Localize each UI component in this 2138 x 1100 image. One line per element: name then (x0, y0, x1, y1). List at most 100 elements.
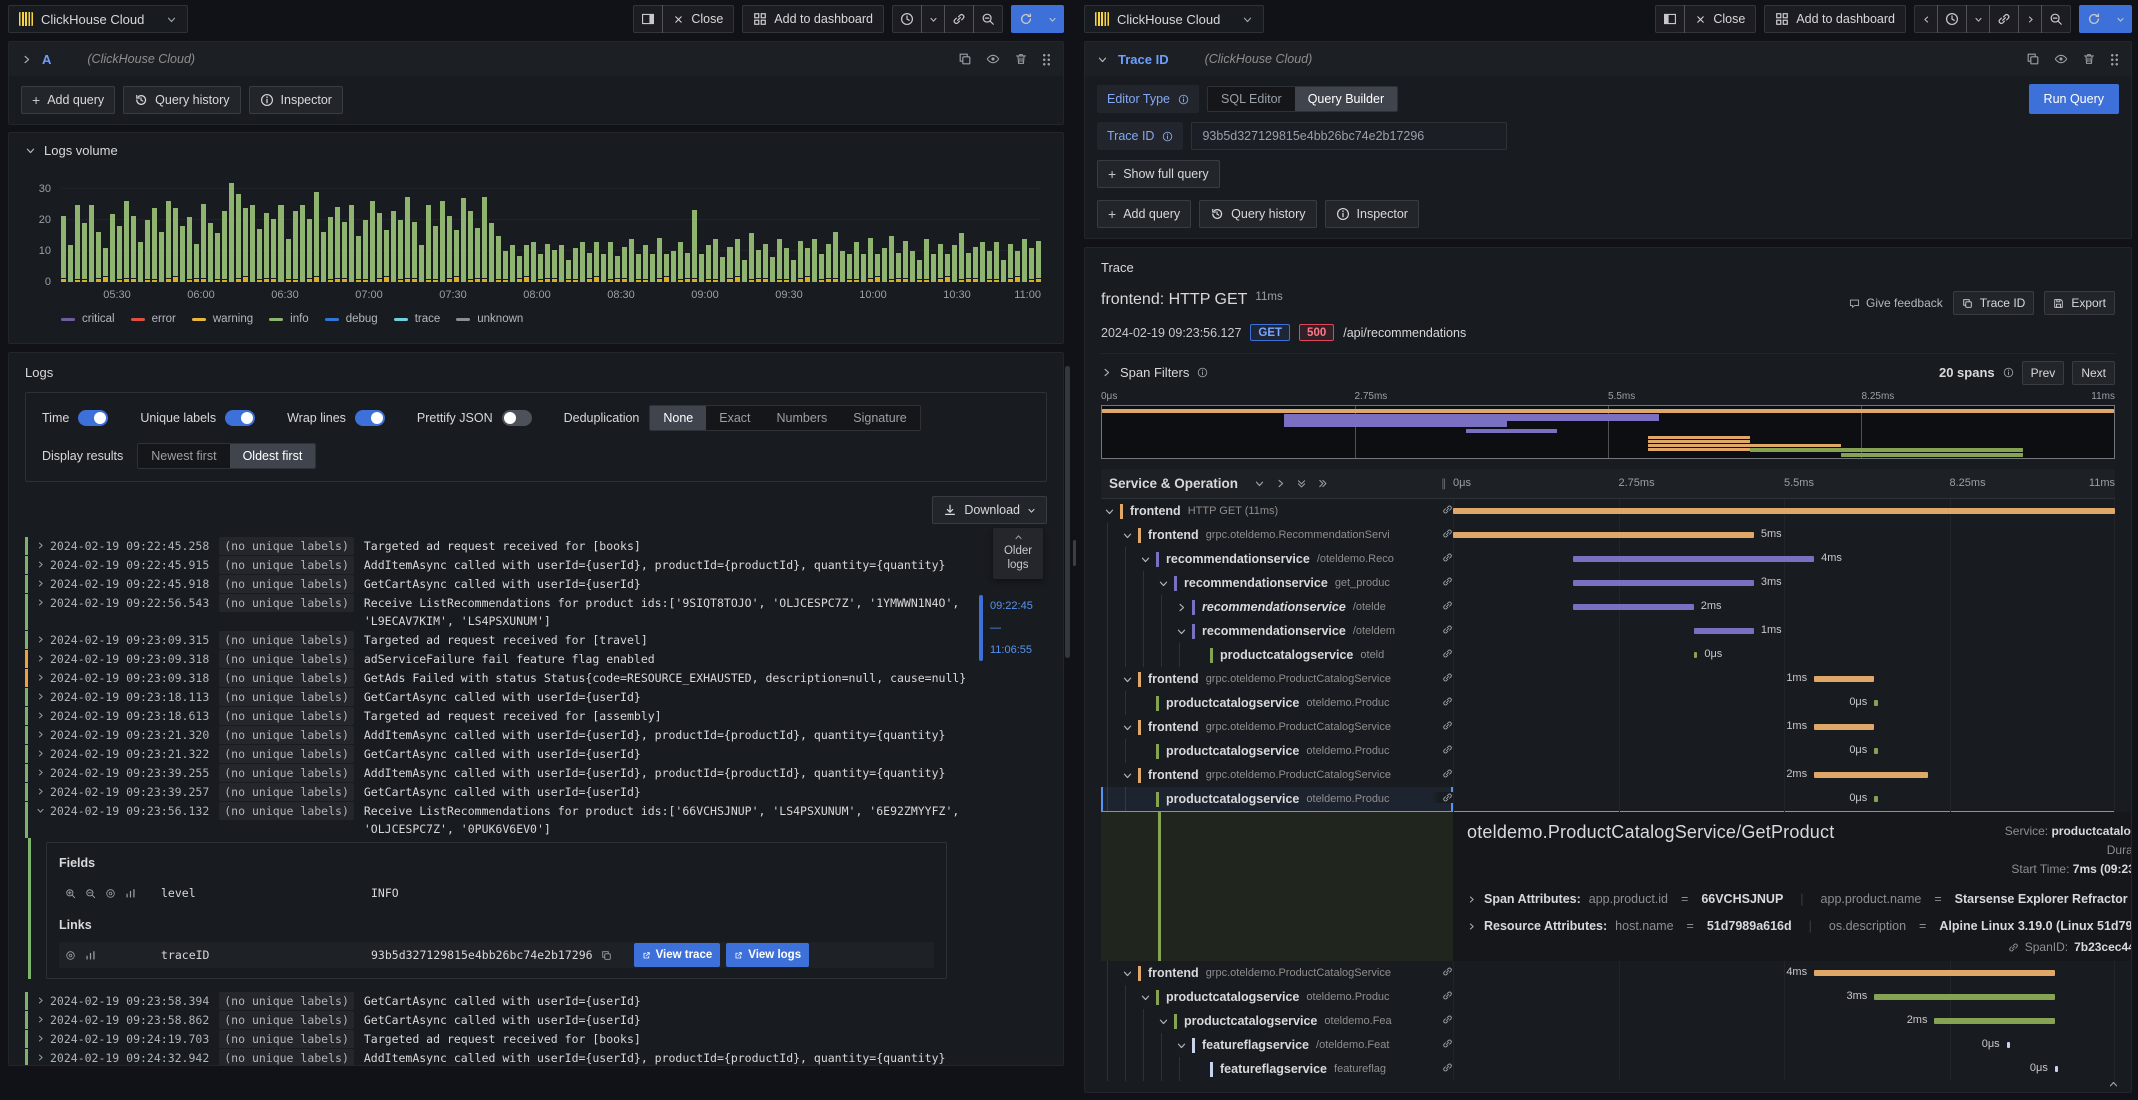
trace-minimap[interactable]: 0μs 2.75ms 5.5ms 8.25ms 11ms (1101, 391, 2115, 459)
time-shift-back-button[interactable] (1914, 5, 1938, 33)
run-refresh-button[interactable] (1011, 5, 1041, 33)
time-picker-caret[interactable] (921, 5, 945, 33)
span-link-icon[interactable] (1432, 624, 1453, 635)
logs-scrollbar[interactable] (979, 595, 983, 661)
span-expand-chevron[interactable] (1158, 578, 1173, 589)
span-expand-chevron[interactable] (1176, 1040, 1191, 1051)
legend-item-critical[interactable]: critical (61, 313, 115, 325)
info-icon[interactable] (1162, 131, 1173, 142)
query-history-button[interactable]: Query history (1199, 200, 1317, 228)
legend-item-debug[interactable]: debug (324, 313, 378, 325)
close-pane-button[interactable]: Close (662, 5, 735, 33)
field-action-icon[interactable] (65, 888, 76, 899)
disable-query-icon[interactable] (986, 52, 1000, 66)
expand-chevron-icon[interactable] (36, 579, 45, 588)
add-query-button[interactable]: + Add query (1097, 200, 1192, 228)
legend-item-trace[interactable]: trace (393, 313, 440, 325)
span-row[interactable]: frontend grpc.oteldemo.RecommendationServ… (1101, 523, 2115, 547)
span-expand-chevron[interactable] (1176, 602, 1191, 613)
span-link-icon[interactable] (1432, 696, 1453, 707)
collapse-chevron-icon[interactable] (25, 145, 36, 156)
drag-handle-icon[interactable] (2110, 52, 2119, 66)
prettify-json-toggle[interactable] (501, 410, 532, 426)
span-link-icon[interactable] (1432, 576, 1453, 587)
log-row[interactable]: 2024-02-19 09:22:45.918 (no unique labels… (25, 574, 967, 593)
span-link-icon[interactable] (1432, 744, 1453, 755)
span-row[interactable]: productcatalogservice oteldemo.Produc 0μs (1101, 787, 2115, 811)
log-row[interactable]: 2024-02-19 09:23:09.318 (no unique labels… (25, 649, 967, 668)
log-row[interactable]: 2024-02-19 09:23:09.315 (no unique labels… (25, 630, 967, 649)
span-row[interactable]: frontend grpc.oteldemo.ProductCatalogServ… (1101, 667, 2115, 691)
log-row[interactable]: 2024-02-19 09:23:18.613 (no unique labels… (25, 706, 967, 725)
field-action-icon[interactable] (85, 888, 96, 899)
editor-option-sql-editor[interactable]: SQL Editor (1208, 87, 1295, 111)
time-toggle[interactable] (78, 410, 109, 426)
view-trace-button[interactable]: View trace (633, 943, 721, 967)
wrap-lines-toggle[interactable] (354, 410, 385, 426)
inspector-button[interactable]: Inspector (248, 86, 343, 114)
expand-chevron-icon[interactable] (36, 1034, 45, 1043)
run-query-button[interactable]: Run Query (2028, 84, 2119, 114)
field-action-icon[interactable] (125, 888, 136, 899)
refresh-interval-caret[interactable] (2108, 5, 2132, 33)
span-expand-chevron[interactable] (1122, 968, 1137, 979)
legend-item-warning[interactable]: warning (191, 313, 253, 325)
split-view-button[interactable] (1655, 5, 1686, 33)
prev-span-button[interactable]: Prev (2021, 360, 2065, 385)
trace-id-input[interactable]: 93b5d327129815e4bb26bc74e2b17296 (1191, 122, 1508, 150)
close-pane-button[interactable]: Close (1684, 5, 1757, 33)
span-expand-chevron[interactable] (1158, 1016, 1173, 1027)
expand-one-icon[interactable] (1275, 478, 1286, 489)
expand-chevron-icon[interactable] (36, 541, 45, 550)
span-link-icon[interactable] (1432, 600, 1453, 611)
give-feedback-link[interactable]: Give feedback (1849, 296, 1943, 310)
editor-option-query-builder[interactable]: Query Builder (1294, 87, 1398, 111)
delete-query-icon[interactable] (1014, 52, 1028, 66)
span-expand-chevron[interactable] (1122, 722, 1137, 733)
span-link-icon[interactable] (1432, 990, 1453, 1001)
download-button[interactable]: Download (932, 496, 1047, 524)
expand-chevron-icon[interactable] (1467, 922, 1476, 931)
span-link-icon[interactable] (1432, 528, 1453, 539)
legend-item-unknown[interactable]: unknown (456, 313, 523, 325)
field-action-icon[interactable] (105, 888, 116, 899)
span-link-icon[interactable] (1432, 720, 1453, 731)
span-expand-chevron[interactable] (1122, 674, 1137, 685)
span-link-icon[interactable] (1432, 792, 1453, 803)
log-row[interactable]: 2024-02-19 09:23:58.394 (no unique labels… (25, 991, 967, 1010)
share-link-button[interactable] (1989, 5, 2019, 33)
refresh-interval-caret[interactable] (1040, 5, 1064, 33)
legend-item-error[interactable]: error (130, 313, 176, 325)
span-filters-chevron[interactable] (1101, 367, 1112, 378)
expand-chevron-icon[interactable] (36, 787, 45, 796)
log-row[interactable]: 2024-02-19 09:24:19.703 (no unique labels… (25, 1029, 967, 1048)
span-link-icon[interactable] (1432, 1014, 1453, 1025)
span-link-icon[interactable] (1432, 504, 1453, 515)
expand-chevron-icon[interactable] (36, 560, 45, 569)
log-row[interactable]: 2024-02-19 09:23:58.862 (no unique labels… (25, 1010, 967, 1029)
delete-query-icon[interactable] (2082, 52, 2096, 66)
span-link-icon[interactable] (1432, 672, 1453, 683)
zoom-out-time-button[interactable] (2041, 5, 2071, 33)
log-row[interactable]: 2024-02-19 09:23:39.257 (no unique labels… (25, 782, 967, 801)
link-action-icon[interactable] (85, 950, 96, 961)
resource-attributes-row[interactable]: Resource Attributes: host.name = 51d7989a61… (1467, 919, 2131, 933)
span-row[interactable]: frontend grpc.oteldemo.ProductCatalogServ… (1101, 961, 2115, 985)
expand-all-icon[interactable] (1317, 478, 1328, 489)
span-link-icon[interactable] (1432, 648, 1453, 659)
legend-item-info[interactable]: info (269, 313, 309, 325)
time-picker-caret[interactable] (1966, 5, 1990, 33)
disable-query-icon[interactable] (2054, 52, 2068, 66)
span-link-icon[interactable] (1432, 1062, 1453, 1073)
span-row[interactable]: productcatalogservice oteldemo.Produc 3ms (1101, 985, 2115, 1009)
info-icon[interactable] (1197, 367, 1208, 378)
expand-chevron-icon[interactable] (36, 806, 45, 815)
span-expand-chevron[interactable] (1104, 506, 1119, 517)
collapse-chevron-icon[interactable] (21, 54, 32, 65)
time-shift-forward-button[interactable] (2018, 5, 2042, 33)
dedup-option-none[interactable]: None (650, 406, 707, 430)
unique-labels-toggle[interactable] (225, 410, 256, 426)
log-row[interactable]: 2024-02-19 09:23:56.132 (no unique labels… (25, 801, 967, 838)
span-row[interactable]: frontend HTTP GET (11ms) (1101, 499, 2115, 523)
span-link-icon[interactable] (1432, 1038, 1453, 1049)
